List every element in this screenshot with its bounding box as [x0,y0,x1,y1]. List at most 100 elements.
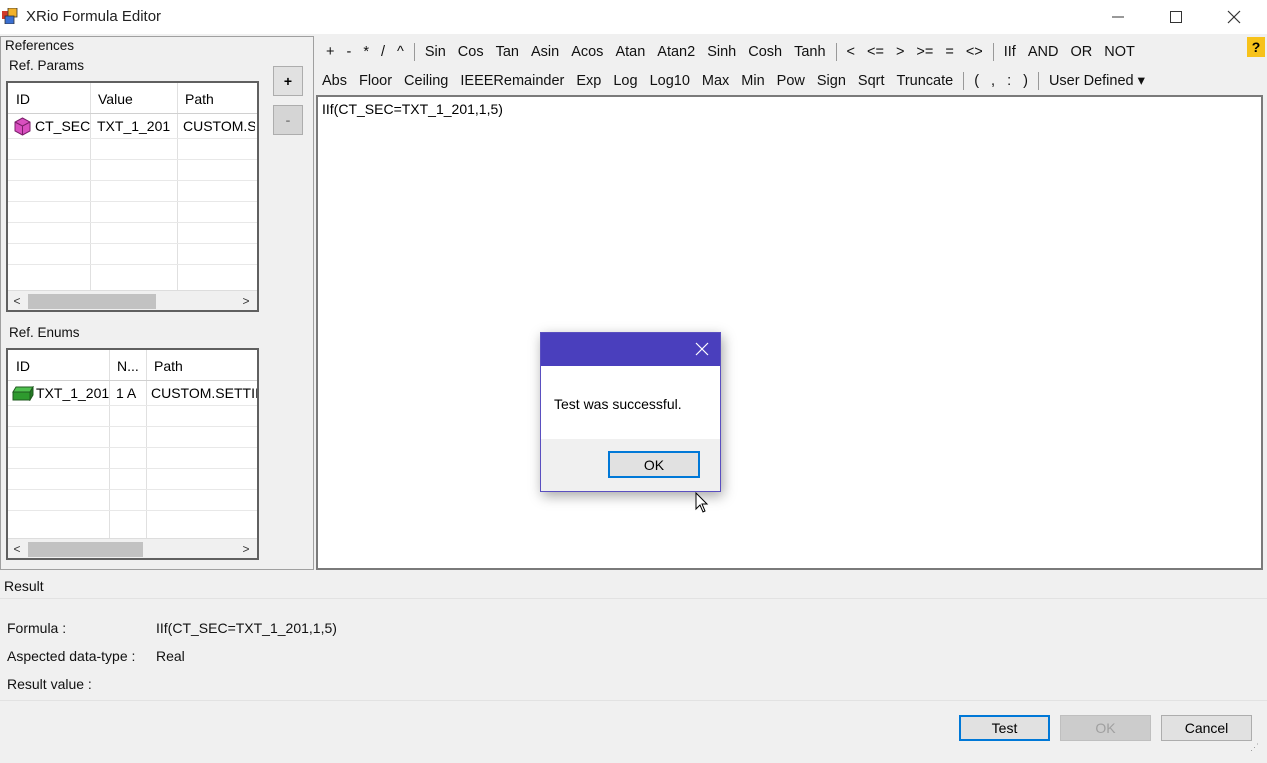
datatype-label: Aspected data-type : [7,648,136,664]
toolbar-function-button[interactable]: Pow [771,69,811,93]
toolbar-operator-button[interactable]: Acos [565,40,609,64]
toolbar-row-functions: Abs Floor Ceiling IEEERemainder Exp Log Log10 M… [316,66,1151,95]
scroll-left-icon[interactable]: < [8,540,26,558]
cell-n: 1 A [116,385,137,401]
toolbar-function-button[interactable]: Log10 [644,69,696,93]
cell-id: CT_SEC [35,118,91,134]
toolbar-separator [835,42,837,61]
toolbar-operator-button[interactable]: + [320,40,340,64]
toolbar-operator-button[interactable]: / [375,40,391,64]
toolbar-separator [1037,71,1039,90]
toolbar-function-button[interactable]: Abs [316,69,353,93]
toolbar-function-button[interactable]: : [1001,69,1017,93]
block-green-icon [12,386,34,401]
dialog-title-bar[interactable] [541,333,720,366]
horizontal-scrollbar[interactable]: < > [8,290,257,310]
column-header-value[interactable]: Value [90,83,133,113]
toolbar-operator-button[interactable]: * [357,40,375,64]
title-bar[interactable]: XRio Formula Editor [0,0,1267,34]
toolbar-function-button[interactable]: IEEERemainder [454,69,570,93]
toolbar-operator-button[interactable]: AND [1022,40,1065,64]
toolbar-function-button[interactable]: ( [968,69,985,93]
datatype-value: Real [156,648,185,664]
minimize-button[interactable] [1089,0,1147,34]
toolbar-operator-button[interactable]: <> [960,40,989,64]
toolbar-operator-button[interactable]: Asin [525,40,565,64]
toolbar-row-operators: + - * / ^ Sin Cos Tan Asin Acos Atan Atan2 Sinh Cosh T… [320,37,1141,66]
toolbar-operator-button[interactable]: Atan [609,40,651,64]
toolbar-operator-button[interactable]: - [340,40,357,64]
cell-value: TXT_1_201 [97,118,171,134]
toolbar-operator-button[interactable]: Atan2 [651,40,701,64]
remove-param-button[interactable]: - [273,105,303,135]
toolbar-function-button[interactable]: Max [696,69,735,93]
ref-params-caption: Ref. Params [9,58,85,73]
table-row[interactable]: CT_SEC TXT_1_201 CUSTOM.SI [8,115,257,137]
toolbar-operator-button[interactable]: = [939,40,959,64]
ref-params-grid[interactable]: ID Value Path CT_SEC TXT_1_201 CUSTOM.SI… [6,81,259,312]
toolbar-operator-button[interactable]: <= [861,40,890,64]
close-button[interactable] [1205,0,1263,34]
window-title: XRio Formula Editor [26,8,162,25]
toolbar-function-button[interactable]: Floor [353,69,398,93]
column-header-path[interactable]: Path [146,350,183,380]
result-caption: Result [4,578,44,594]
toolbar-function-button[interactable]: Ceiling [398,69,454,93]
toolbar-operator-button[interactable]: Tanh [788,40,831,64]
cube-magenta-icon [14,117,31,136]
test-button[interactable]: Test [959,715,1050,741]
resize-grip-icon[interactable]: ⋰ [1250,742,1264,756]
dialog-close-button[interactable] [692,339,712,359]
toolbar-function-button[interactable]: Exp [570,69,607,93]
help-icon[interactable]: ? [1247,37,1265,57]
mouse-cursor-icon [695,492,709,513]
column-header-id[interactable]: ID [8,350,30,380]
toolbar-function-button[interactable]: , [985,69,1001,93]
toolbar-operator-button[interactable]: Tan [490,40,525,64]
toolbar-operator-button[interactable]: NOT [1098,40,1141,64]
toolbar-operator-button[interactable]: Sin [419,40,452,64]
result-value-label: Result value : [7,676,92,692]
horizontal-scrollbar[interactable]: < > [8,538,257,558]
scroll-right-icon[interactable]: > [237,540,255,558]
toolbar-function-button[interactable]: ) [1017,69,1034,93]
formula-editor[interactable]: IIf(CT_SEC=TXT_1_201,1,5) [316,95,1263,570]
dialog-message: Test was successful. [554,396,682,412]
dialog-ok-button[interactable]: OK [608,451,700,478]
toolbar-operator-button[interactable]: Cos [452,40,490,64]
toolbar-function-button[interactable]: Log [607,69,643,93]
column-header-id[interactable]: ID [8,83,30,113]
cell-id: TXT_1_201 [36,385,110,401]
close-icon [695,342,709,356]
toolbar-operator-button[interactable]: < [841,40,861,64]
function-toolbar: + - * / ^ Sin Cos Tan Asin Acos Atan Atan2 Sinh Cosh T… [316,36,1267,95]
ref-enums-grid[interactable]: ID N... Path TXT_1_201 1 A CUSTOM.SETTII… [6,348,259,560]
toolbar-function-button[interactable]: Truncate [891,69,960,93]
maximize-button[interactable] [1147,0,1205,34]
ok-button[interactable]: OK [1060,715,1151,741]
toolbar-operator-button[interactable]: Cosh [742,40,788,64]
toolbar-operator-button[interactable]: >= [910,40,939,64]
toolbar-function-button[interactable]: Sign [811,69,852,93]
table-row[interactable]: TXT_1_201 1 A CUSTOM.SETTII [8,382,257,404]
scroll-right-icon[interactable]: > [237,292,255,310]
cancel-button[interactable]: Cancel [1161,715,1252,741]
toolbar-operator-button[interactable]: > [890,40,910,64]
toolbar-operator-button[interactable]: ^ [391,40,410,64]
add-param-button[interactable]: + [273,66,303,96]
column-header-n[interactable]: N... [109,350,139,380]
toolbar-separator [413,42,415,61]
message-dialog: Test was successful. OK [540,332,721,492]
toolbar-function-button[interactable]: Sqrt [852,69,891,93]
scroll-left-icon[interactable]: < [8,292,26,310]
toolbar-function-button[interactable]: User Defined ▾ [1043,69,1151,93]
ref-enums-caption: Ref. Enums [9,325,80,340]
toolbar-function-button[interactable]: Min [735,69,770,93]
column-header-path[interactable]: Path [177,83,214,113]
toolbar-operator-button[interactable]: OR [1064,40,1098,64]
scrollbar-thumb[interactable] [28,542,143,557]
scrollbar-thumb[interactable] [28,294,156,309]
toolbar-operator-button[interactable]: Sinh [701,40,742,64]
result-section: Result Formula : IIf(CT_SEC=TXT_1_201,1,… [0,570,1267,763]
toolbar-operator-button[interactable]: IIf [998,40,1022,64]
